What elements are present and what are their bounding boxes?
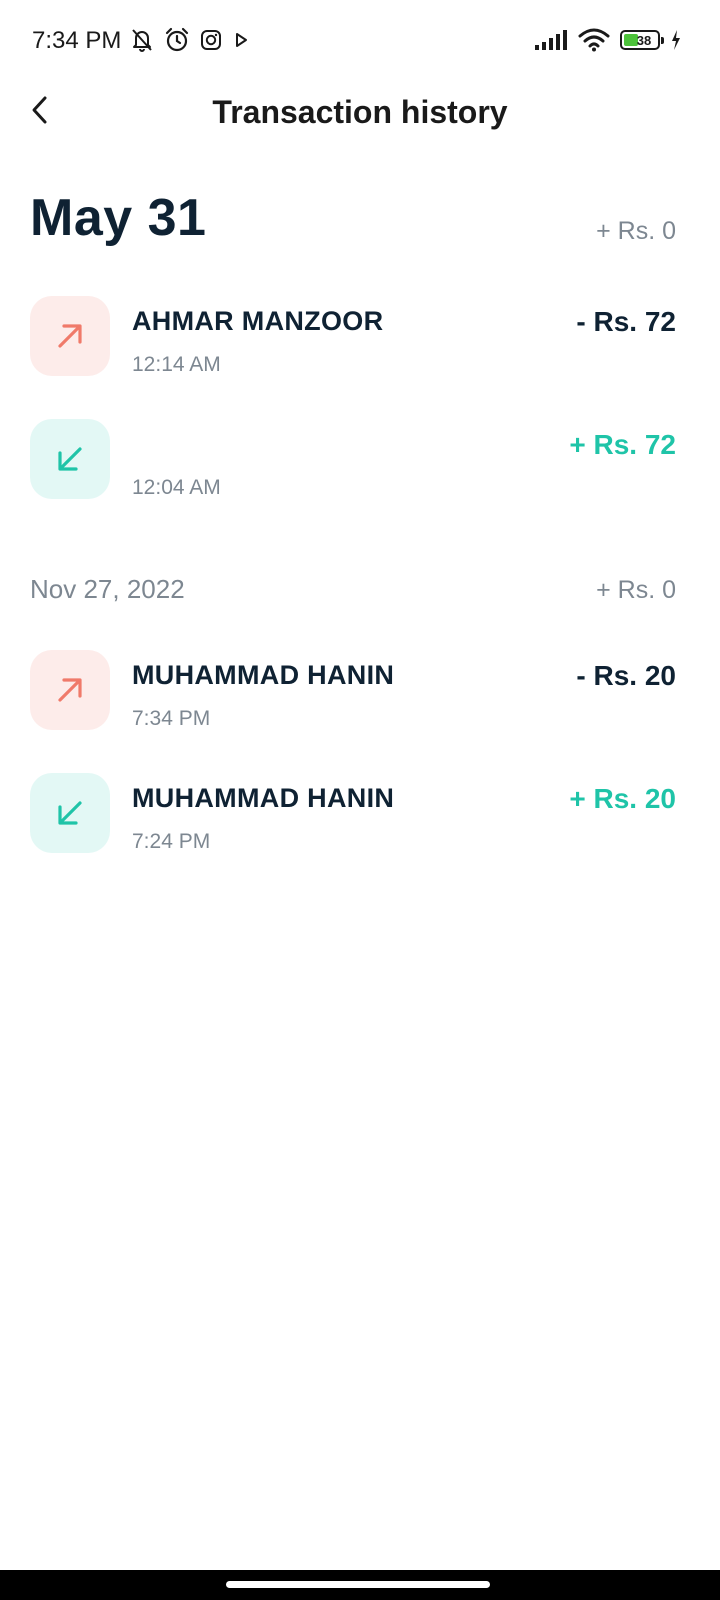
battery-level: 38 (636, 32, 652, 48)
charging-icon (670, 29, 682, 51)
home-indicator[interactable] (226, 1581, 490, 1588)
section-header-nov-27-2022: Nov 27, 2022 + Rs. 0 (30, 574, 676, 605)
section-total: + Rs. 0 (596, 217, 676, 245)
signal-icon (534, 29, 568, 51)
transaction-amount: + Rs. 20 (569, 783, 676, 814)
section-header-may-31: May 31 + Rs. 0 (30, 188, 676, 248)
transaction-name: MUHAMMAD HANIN (132, 783, 395, 813)
transaction-amount: + Rs. 72 (569, 429, 676, 460)
status-right-icons: 38 (534, 26, 682, 54)
transaction-row[interactable]: MUHAMMAD HANIN 7:24 PM + Rs. 20 (30, 773, 676, 857)
transaction-amount: - Rs. 20 (576, 660, 676, 691)
arrow-down-left-icon (30, 419, 110, 499)
battery-icon: 38 (620, 30, 664, 50)
status-left-icons (130, 26, 250, 54)
play-icon (232, 31, 250, 49)
transaction-row[interactable]: AHMAR MANZOOR 12:14 AM - Rs. 72 (30, 296, 676, 380)
section-total: + Rs. 0 (596, 576, 676, 604)
transaction-row[interactable]: 12:04 AM + Rs. 72 (30, 419, 676, 503)
transaction-name: MUHAMMAD HANIN (132, 660, 395, 690)
transaction-name: AHMAR MANZOOR (132, 306, 384, 336)
instagram-icon (200, 29, 222, 51)
transaction-time: 12:04 AM (132, 476, 221, 499)
section-date: Nov 27, 2022 (30, 574, 185, 604)
page-title: Transaction history (212, 94, 508, 130)
transaction-row[interactable]: MUHAMMAD HANIN 7:34 PM - Rs. 20 (30, 650, 676, 734)
arrow-up-right-icon (30, 296, 110, 376)
screen: 7:34 PM 38 Transaction history May 31 + … (0, 0, 720, 1600)
status-time: 7:34 PM (32, 27, 122, 54)
transaction-amount: - Rs. 72 (576, 306, 676, 337)
bell-off-icon (130, 27, 154, 53)
transaction-time: 12:14 AM (132, 353, 221, 376)
header: Transaction history (0, 80, 720, 144)
arrow-up-right-icon (30, 650, 110, 730)
transaction-time: 7:34 PM (132, 707, 211, 730)
alarm-icon (164, 27, 190, 53)
transaction-time: 7:24 PM (132, 830, 211, 853)
wifi-icon (578, 28, 610, 52)
navigation-bar (0, 1570, 720, 1600)
arrow-down-left-icon (30, 773, 110, 853)
section-date: May 31 (30, 189, 207, 247)
status-bar: 7:34 PM 38 (0, 0, 720, 80)
